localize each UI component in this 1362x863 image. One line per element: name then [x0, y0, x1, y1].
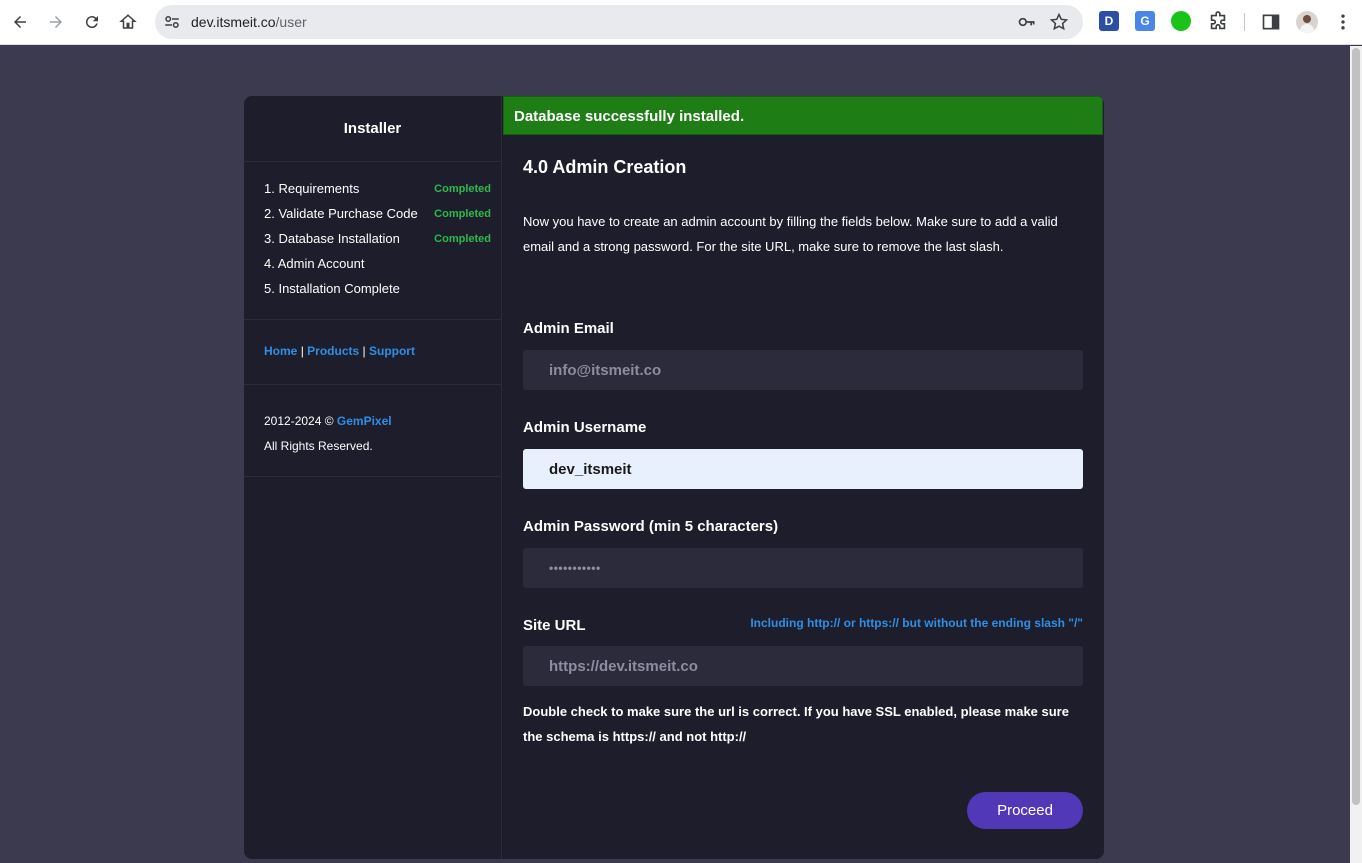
- admin-username-value: dev_itsmeit: [549, 460, 632, 478]
- step-label: 1. Requirements: [264, 181, 360, 196]
- admin-password-value: •••••••••••: [549, 561, 601, 575]
- forward-arrow-icon: [50, 16, 62, 28]
- copyright-years: 2012-2024 ©: [264, 414, 334, 428]
- step-status: Completed: [434, 207, 491, 220]
- link-separator: |: [362, 344, 366, 358]
- admin-creation-panel: Database successfully installed. 4.0 Adm…: [503, 96, 1104, 859]
- back-button[interactable]: [6, 8, 34, 36]
- step-label: 4. Admin Account: [264, 256, 365, 271]
- site-url-input[interactable]: https://dev.itsmeit.co: [523, 646, 1083, 686]
- key-icon[interactable]: [1017, 12, 1037, 32]
- reload-icon: [85, 16, 98, 29]
- dashlane-extension-label: D: [1104, 14, 1114, 28]
- url-text: dev.itsmeit.co/user: [191, 14, 307, 30]
- rights-text: All Rights Reserved.: [264, 439, 373, 453]
- admin-password-label: Admin Password (min 5 characters): [523, 518, 779, 535]
- admin-email-label: Admin Email: [523, 320, 614, 337]
- home-icon: [119, 14, 137, 29]
- site-url-hint: Including http:// or https:// but withou…: [750, 616, 1083, 630]
- success-alert: Database successfully installed.: [503, 96, 1103, 135]
- browser-toolbar: dev.itsmeit.co/user D G: [0, 0, 1362, 45]
- step-label: 5. Installation Complete: [264, 281, 400, 296]
- section-title: 4.0 Admin Creation: [523, 157, 687, 177]
- admin-username-label: Admin Username: [523, 419, 647, 436]
- extensions-puzzle-icon[interactable]: [1207, 11, 1229, 33]
- profile-avatar[interactable]: [1296, 11, 1318, 33]
- support-link[interactable]: Support: [369, 344, 415, 358]
- admin-email-input[interactable]: info@itsmeit.co: [523, 350, 1083, 390]
- gempixel-link[interactable]: GemPixel: [337, 414, 392, 428]
- sidebar-title: Installer: [244, 96, 501, 162]
- admin-email-placeholder: info@itsmeit.co: [549, 361, 662, 379]
- scrollbar-thumb[interactable]: [1352, 48, 1360, 805]
- step-database-installation: 3. Database Installation Completed: [264, 226, 491, 251]
- installer-sidebar: Installer 1. Requirements Completed 2. Va…: [244, 96, 502, 859]
- step-admin-account: 4. Admin Account: [264, 251, 491, 276]
- link-separator: |: [300, 344, 304, 358]
- address-bar[interactable]: dev.itsmeit.co/user: [155, 5, 1083, 39]
- url-warning-text: Double check to make sure the url is cor…: [523, 704, 1069, 744]
- site-settings-icon[interactable]: [163, 13, 181, 31]
- step-requirements: 1. Requirements Completed: [264, 176, 491, 201]
- copyright-block: 2012-2024 © GemPixel All Rights Reserved…: [244, 385, 501, 477]
- intro-text: Now you have to create an admin account …: [523, 214, 1058, 254]
- google-translate-extension-label: G: [1140, 14, 1150, 28]
- reload-button[interactable]: [78, 8, 106, 36]
- step-status: Completed: [434, 182, 491, 195]
- installer-card: Installer 1. Requirements Completed 2. Va…: [244, 96, 1104, 859]
- url-path: /user: [275, 14, 307, 30]
- copyright-line: 2012-2024 © GemPixel: [264, 409, 481, 434]
- proceed-button[interactable]: Proceed: [967, 792, 1083, 829]
- site-url-placeholder: https://dev.itsmeit.co: [549, 657, 698, 675]
- admin-username-input[interactable]: dev_itsmeit: [523, 449, 1083, 489]
- step-label: 3. Database Installation: [264, 231, 400, 246]
- step-installation-complete: 5. Installation Complete: [264, 276, 491, 301]
- url-host: dev.itsmeit.co: [191, 14, 276, 30]
- site-url-label: Site URL: [523, 617, 586, 634]
- back-arrow-icon: [14, 16, 26, 28]
- dashlane-extension-icon[interactable]: D: [1099, 11, 1119, 31]
- more-menu-icon[interactable]: [1333, 12, 1353, 32]
- side-panel-icon[interactable]: [1261, 12, 1281, 32]
- toolbar-divider: [1244, 13, 1245, 31]
- bookmark-star-icon[interactable]: [1049, 12, 1069, 32]
- steps-list: 1. Requirements Completed 2. Validate Pur…: [244, 162, 501, 320]
- green-extension-icon[interactable]: [1171, 11, 1191, 31]
- forward-button[interactable]: [42, 8, 70, 36]
- products-link[interactable]: Products: [307, 344, 359, 358]
- home-link[interactable]: Home: [264, 344, 297, 358]
- step-label: 2. Validate Purchase Code: [264, 206, 418, 221]
- google-translate-extension-icon[interactable]: G: [1135, 11, 1155, 31]
- footer-links: Home | Products | Support: [244, 320, 501, 385]
- step-validate-purchase-code: 2. Validate Purchase Code Completed: [264, 201, 491, 226]
- step-status: Completed: [434, 232, 491, 245]
- home-button[interactable]: [114, 8, 142, 36]
- admin-password-input[interactable]: •••••••••••: [523, 548, 1083, 588]
